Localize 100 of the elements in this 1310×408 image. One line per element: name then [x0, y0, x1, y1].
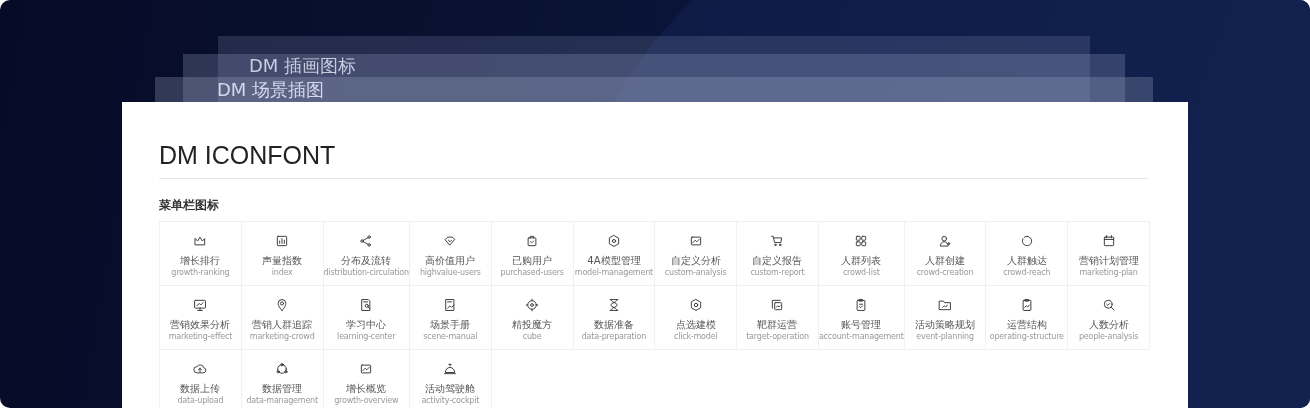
icon-tile[interactable]: 营销计划管理 marketing-plan — [1068, 222, 1150, 286]
location-pin-icon — [275, 298, 290, 312]
calendar-icon — [1101, 234, 1116, 248]
icon-code: index — [271, 268, 293, 278]
icon-tile[interactable]: 点选建模 click-model — [655, 286, 738, 350]
icon-label: 人群创建 — [925, 254, 965, 267]
icon-code: marketing-crowd — [249, 332, 315, 342]
icon-label: 人数分析 — [1088, 318, 1129, 331]
icon-label: 分布及流转 — [341, 254, 392, 267]
bell-icon — [443, 362, 458, 376]
icon-tile[interactable]: 声量指数 index — [241, 222, 324, 286]
icon-code: growth-ranking — [171, 268, 230, 278]
icon-code: target-operation — [746, 332, 809, 342]
icon-label: 人群触达 — [1006, 254, 1047, 267]
icon-code: event-planning — [916, 332, 974, 342]
icon-tile[interactable]: 数据管理 data-management — [241, 350, 324, 408]
document-icon — [443, 298, 458, 312]
crown-icon — [193, 234, 208, 248]
icon-tile[interactable]: 人群创建 crowd-creation — [904, 222, 987, 286]
icon-tile[interactable]: 账号管理 account-management — [818, 286, 905, 350]
icon-tile[interactable]: 4A模型管理 model-management — [573, 222, 656, 286]
icon-tile[interactable]: 分布及流转 distribution-circulation — [323, 222, 410, 286]
share-icon — [359, 234, 374, 248]
icon-code: model-management — [574, 268, 653, 278]
icon-code: data-management — [246, 396, 318, 406]
icon-tile[interactable]: 精投魔方 cube — [491, 286, 574, 350]
icon-tile[interactable]: 营销效果分析 marketing-effect — [160, 286, 242, 350]
icon-label: 活动策略规划 — [915, 318, 975, 331]
icon-code: growth-overview — [334, 396, 399, 406]
card-title: DM 场景插图 — [217, 80, 325, 100]
icon-label: 营销计划管理 — [1078, 254, 1139, 267]
icon-code: crowd-reach — [1003, 268, 1051, 278]
icon-tile[interactable]: 增长排行 growth-ranking — [160, 222, 242, 286]
icon-label: 声量指数 — [262, 254, 303, 267]
icon-tile[interactable]: 高价值用户 highvalue-users — [409, 222, 492, 286]
cycle-icon — [275, 362, 290, 376]
icon-label: 营销效果分析 — [170, 318, 231, 331]
icon-label: 场景手册 — [430, 318, 471, 331]
icon-code: click-model — [673, 332, 718, 342]
icon-label: 高价值用户 — [425, 254, 476, 267]
icon-code: people-analysis — [1078, 332, 1139, 342]
document-icon — [359, 298, 374, 312]
icon-code: account-management — [818, 332, 904, 342]
bag-icon — [525, 234, 540, 248]
icon-code: marketing-plan — [1079, 268, 1138, 278]
clipboard-icon — [1019, 298, 1034, 312]
card-title: DM 插画图标 — [249, 56, 357, 76]
search-icon — [1101, 298, 1116, 312]
icon-code: data-upload — [177, 396, 224, 406]
user-icon — [938, 234, 952, 248]
icon-code: learning-center — [337, 332, 396, 342]
icon-tile[interactable]: 人群触达 crowd-reach — [986, 222, 1069, 286]
icon-tile[interactable]: 人群列表 crowd-list — [818, 222, 905, 286]
section-title: 菜单栏图标 — [159, 197, 220, 213]
icon-label: 数据准备 — [593, 318, 634, 331]
icon-label: 数据上传 — [180, 382, 221, 395]
target-icon — [525, 298, 540, 312]
icon-code: data-preparation — [581, 332, 647, 342]
icon-tile[interactable]: 人数分析 people-analysis — [1068, 286, 1150, 350]
icon-tile[interactable]: 自定义分析 custom-analysis — [655, 222, 738, 286]
icon-tile[interactable]: 靶群运营 target-operation — [737, 286, 819, 350]
icon-code: crowd-creation — [916, 268, 974, 278]
cart-icon — [770, 234, 785, 248]
cloud-upload-icon — [193, 362, 208, 376]
icon-tile[interactable]: 已购用户 purchased-users — [491, 222, 574, 286]
icon-tile[interactable]: 增长概览 growth-overview — [323, 350, 410, 408]
icon-code: marketing-effect — [168, 332, 233, 342]
hourglass-icon — [606, 298, 621, 312]
icon-label: 靶群运营 — [757, 318, 798, 331]
icon-label: 运营结构 — [1006, 318, 1047, 331]
icon-code: highvalue-users — [419, 268, 481, 278]
icon-tile[interactable]: 数据上传 data-upload — [160, 350, 242, 408]
icon-label: 账号管理 — [841, 318, 882, 331]
icon-label: 增长排行 — [180, 254, 221, 267]
icon-label: 增长概览 — [346, 382, 387, 395]
icon-label: 自定义分析 — [670, 254, 721, 267]
icon-label: 点选建模 — [675, 318, 716, 331]
grid-icon — [854, 234, 869, 248]
monitor-icon — [193, 298, 208, 312]
icon-label: 营销人群追踪 — [252, 318, 313, 331]
icon-tile[interactable]: 运营结构 operating-structure — [986, 286, 1069, 350]
icon-tile[interactable]: 营销人群追踪 marketing-crowd — [241, 286, 324, 350]
page-title: DM ICONFONT — [159, 140, 337, 170]
icon-tile[interactable]: 活动驾驶舱 activity-cockpit — [409, 350, 492, 408]
icon-tile[interactable]: 活动策略规划 event-planning — [904, 286, 987, 350]
line-chart-icon — [688, 234, 703, 248]
icon-tile[interactable]: 学习中心 learning-center — [323, 286, 410, 350]
icon-tile[interactable]: 自定义报告 custom-report — [737, 222, 819, 286]
icon-code: crowd-list — [842, 268, 880, 278]
icon-tile[interactable]: 场景手册 scene-manual — [409, 286, 492, 350]
icon-tile[interactable]: 数据准备 data-preparation — [573, 286, 656, 350]
icon-code: operating-structure — [989, 332, 1064, 342]
icon-label: 学习中心 — [346, 318, 387, 331]
icon-code: scene-manual — [423, 332, 478, 342]
line-chart-icon — [359, 362, 374, 376]
clipboard-icon — [854, 298, 869, 312]
icon-label: 精投魔方 — [512, 318, 553, 331]
icon-code: custom-analysis — [664, 268, 727, 278]
icon-code: activity-cockpit — [421, 396, 480, 406]
icon-label: 自定义报告 — [752, 254, 803, 267]
